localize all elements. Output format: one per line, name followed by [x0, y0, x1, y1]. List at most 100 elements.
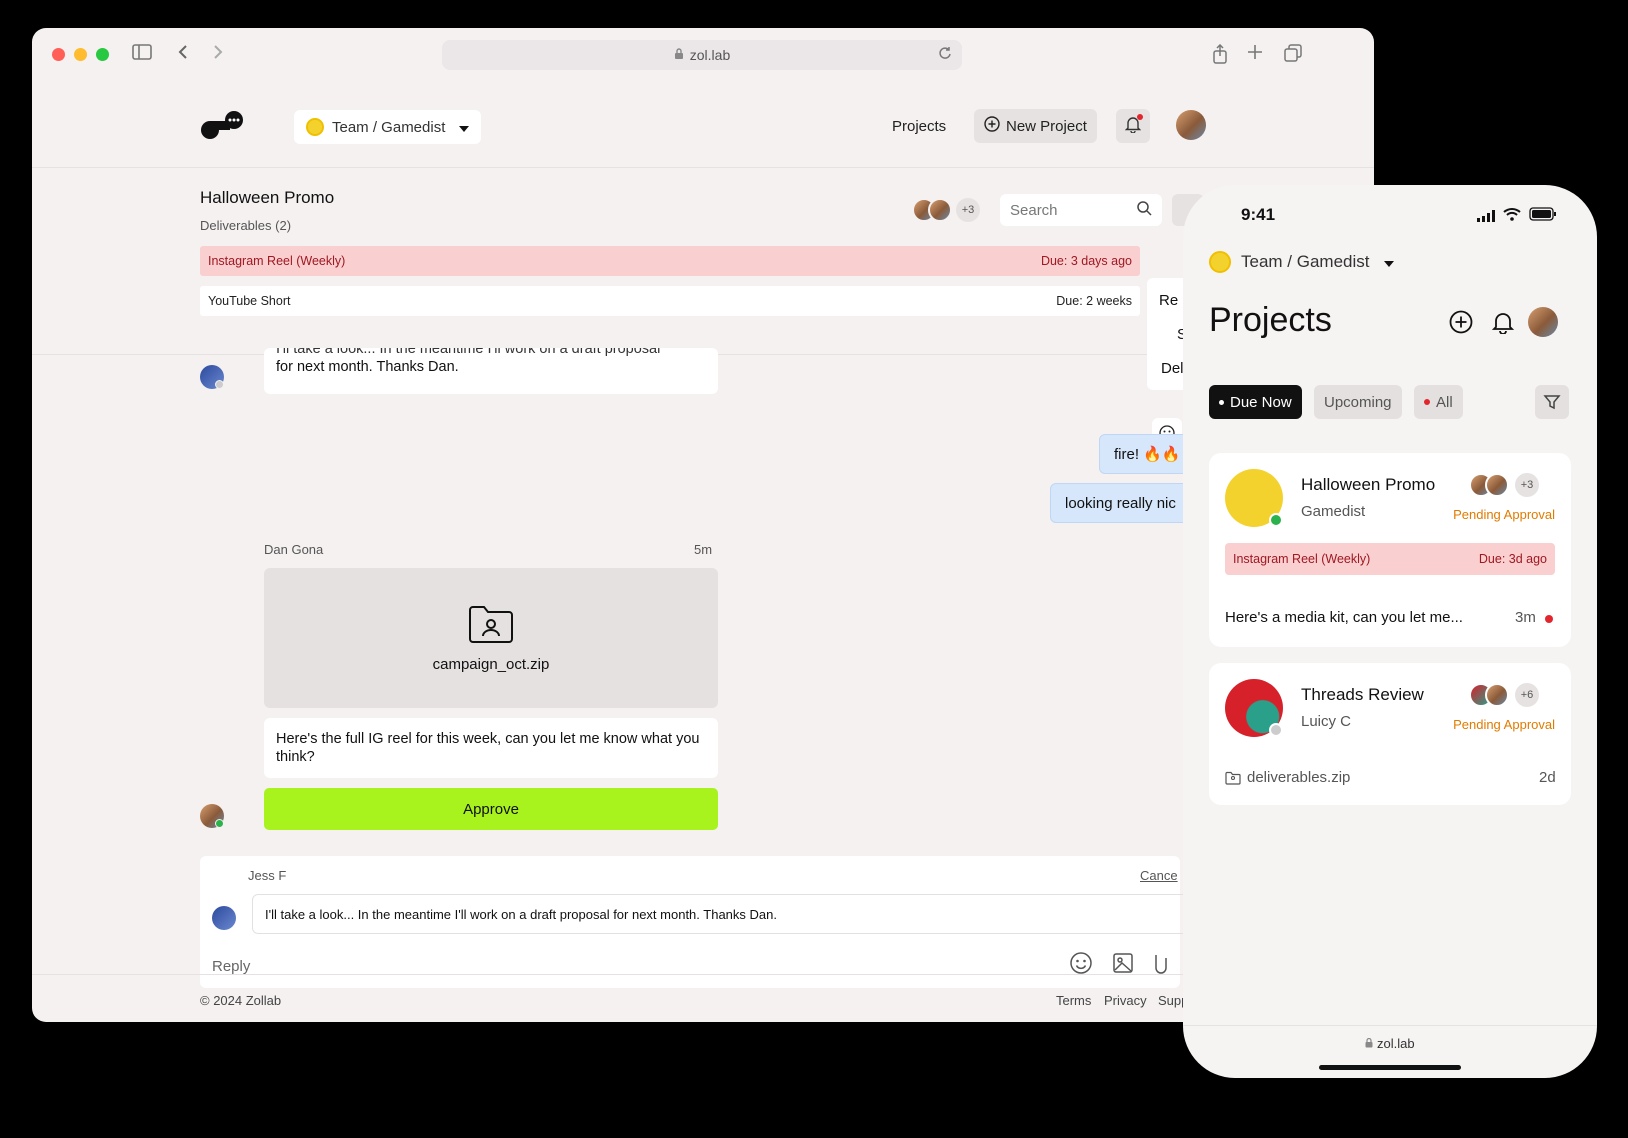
- search-input[interactable]: Search: [1000, 194, 1162, 226]
- extra-members-badge: +6: [1515, 683, 1539, 707]
- user-avatar[interactable]: [1528, 307, 1558, 337]
- search-icon: [1137, 200, 1152, 220]
- extra-members-badge: +3: [1515, 473, 1539, 497]
- lock-icon: [1365, 1036, 1373, 1051]
- cancel-reply-link[interactable]: Cance: [1140, 868, 1178, 883]
- footer-link-terms[interactable]: Terms: [1056, 993, 1091, 1008]
- project-client: Gamedist: [1301, 503, 1366, 520]
- context-menu-item[interactable]: Del: [1161, 360, 1184, 377]
- reply-input[interactable]: Reply: [212, 958, 250, 975]
- reload-icon[interactable]: [938, 46, 952, 63]
- quoted-message: I'll take a look... In the meantime I'll…: [252, 894, 1192, 934]
- last-message-time: 2d: [1539, 769, 1556, 786]
- folder-user-icon: [1225, 771, 1241, 790]
- member-avatar: [928, 198, 952, 222]
- team-selector-label: Team / Gamedist: [1241, 252, 1370, 271]
- zollab-logo[interactable]: [200, 110, 244, 145]
- filter-button[interactable]: [1535, 385, 1569, 419]
- message-author: Dan Gona: [264, 542, 324, 557]
- deliverable-due: Due: 3d ago: [1478, 552, 1547, 566]
- deliverable-row-overdue[interactable]: Instagram Reel (Weekly) Due: 3 days ago: [200, 246, 1140, 276]
- quoted-author-avatar: [212, 906, 236, 930]
- red-dot-icon: [1424, 399, 1430, 405]
- new-tab-icon[interactable]: [1247, 44, 1263, 63]
- page-title: Projects: [1209, 301, 1332, 339]
- close-window-button[interactable]: [52, 47, 65, 61]
- lock-icon: [674, 47, 684, 63]
- deliverable-row-overdue[interactable]: Instagram Reel (Weekly) Due: 3d ago: [1225, 543, 1555, 575]
- message-bubble: I'll take a look... In the meantime I'll…: [264, 348, 718, 394]
- app-header: Team / Gamedist Projects New Project: [32, 80, 1374, 168]
- team-selector-label: Team / Gamedist: [332, 118, 446, 136]
- address-bar[interactable]: zol.lab: [442, 40, 962, 70]
- minimize-window-button[interactable]: [74, 47, 87, 61]
- filter-label: Due Now: [1230, 393, 1292, 411]
- extra-members-badge: +3: [956, 198, 980, 222]
- deliverable-name: Instagram Reel (Weekly): [208, 254, 346, 268]
- unread-dot: [1545, 615, 1553, 623]
- approve-button[interactable]: Approve: [264, 788, 718, 830]
- quoted-author: Jess F: [248, 868, 287, 883]
- online-status-dot: [1269, 513, 1283, 527]
- quoted-text: I'll take a look... In the meantime I'll…: [265, 906, 777, 922]
- project-card[interactable]: Halloween Promo Gamedist +3 Pending Appr…: [1209, 453, 1571, 647]
- filter-due-now[interactable]: Due Now: [1209, 385, 1302, 419]
- notification-dot: [1137, 113, 1143, 120]
- caret-down-icon: [1383, 252, 1394, 272]
- file-attachment[interactable]: campaign_oct.zip: [264, 568, 718, 708]
- url-text: zol.lab: [1377, 1036, 1415, 1051]
- context-menu-item[interactable]: Re: [1159, 292, 1178, 309]
- filter-upcoming[interactable]: Upcoming: [1314, 385, 1402, 419]
- caret-down-icon: [459, 119, 470, 136]
- home-indicator: [1319, 1065, 1461, 1070]
- sidebar-toggle-icon[interactable]: [132, 44, 152, 63]
- team-selector[interactable]: Team / Gamedist: [294, 110, 482, 144]
- browser-window: zol.lab Team / Gamedist Projects New Pro…: [32, 28, 1374, 1022]
- offline-status-dot: [215, 380, 224, 389]
- notifications-button[interactable]: [1116, 109, 1150, 143]
- forward-icon[interactable]: [212, 44, 224, 63]
- window-controls: [52, 47, 109, 61]
- footer-link-privacy[interactable]: Privacy: [1104, 993, 1147, 1008]
- bell-icon[interactable]: [1491, 310, 1515, 339]
- message-text-cutoff: I'll take a look... In the meantime I'll…: [276, 348, 661, 357]
- project-title: Halloween Promo: [200, 188, 335, 207]
- page-footer: © 2024 Zollab Terms Privacy Supp: [32, 974, 1374, 1022]
- phone-url-bar[interactable]: zol.lab: [1183, 1025, 1597, 1051]
- deliverable-name: Instagram Reel (Weekly): [1233, 552, 1371, 566]
- message-text: for next month. Thanks Dan.: [276, 359, 459, 375]
- bell-icon: [1124, 113, 1143, 138]
- message-time: 5m: [694, 542, 713, 557]
- deliverable-row[interactable]: YouTube Short Due: 2 weeks: [200, 286, 1140, 316]
- new-project-button[interactable]: New Project: [974, 109, 1097, 143]
- team-logo-icon: [306, 118, 324, 136]
- share-icon[interactable]: [1212, 43, 1228, 67]
- tabs-overview-icon[interactable]: [1284, 44, 1302, 65]
- project-header: Halloween Promo Deliverables (2): [200, 188, 334, 233]
- reply-composer: Jess F Cance I'll take a look... In the …: [200, 856, 1192, 988]
- wifi-icon: [1503, 207, 1521, 226]
- member-avatar: [1485, 683, 1509, 707]
- user-avatar[interactable]: [1176, 110, 1206, 140]
- add-project-icon[interactable]: [1449, 310, 1473, 339]
- nav-projects-link[interactable]: Projects: [892, 118, 946, 135]
- back-icon[interactable]: [177, 44, 189, 63]
- maximize-window-button[interactable]: [96, 47, 109, 61]
- folder-user-icon: [468, 604, 514, 648]
- team-selector[interactable]: Team / Gamedist: [1209, 251, 1394, 273]
- project-members[interactable]: +3: [912, 198, 980, 222]
- last-file: deliverables.zip: [1247, 769, 1351, 786]
- message-text: Here's the full IG reel for this week, c…: [276, 731, 700, 765]
- project-card[interactable]: Threads Review Luicy C +6 Pending Approv…: [1209, 663, 1571, 805]
- filter-all[interactable]: All: [1414, 385, 1463, 419]
- filter-icon: [1543, 395, 1561, 410]
- project-client: Luicy C: [1301, 713, 1352, 730]
- search-placeholder: Search: [1010, 201, 1058, 219]
- status-badge: Pending Approval: [1453, 507, 1555, 522]
- deliverable-due: Due: 3 days ago: [1040, 254, 1132, 268]
- status-badge: Pending Approval: [1453, 717, 1555, 732]
- status-bar-time: 9:41: [1241, 205, 1276, 224]
- deliverable-name: YouTube Short: [208, 294, 291, 308]
- online-status-dot: [215, 819, 224, 828]
- plus-circle-icon: [984, 116, 1000, 136]
